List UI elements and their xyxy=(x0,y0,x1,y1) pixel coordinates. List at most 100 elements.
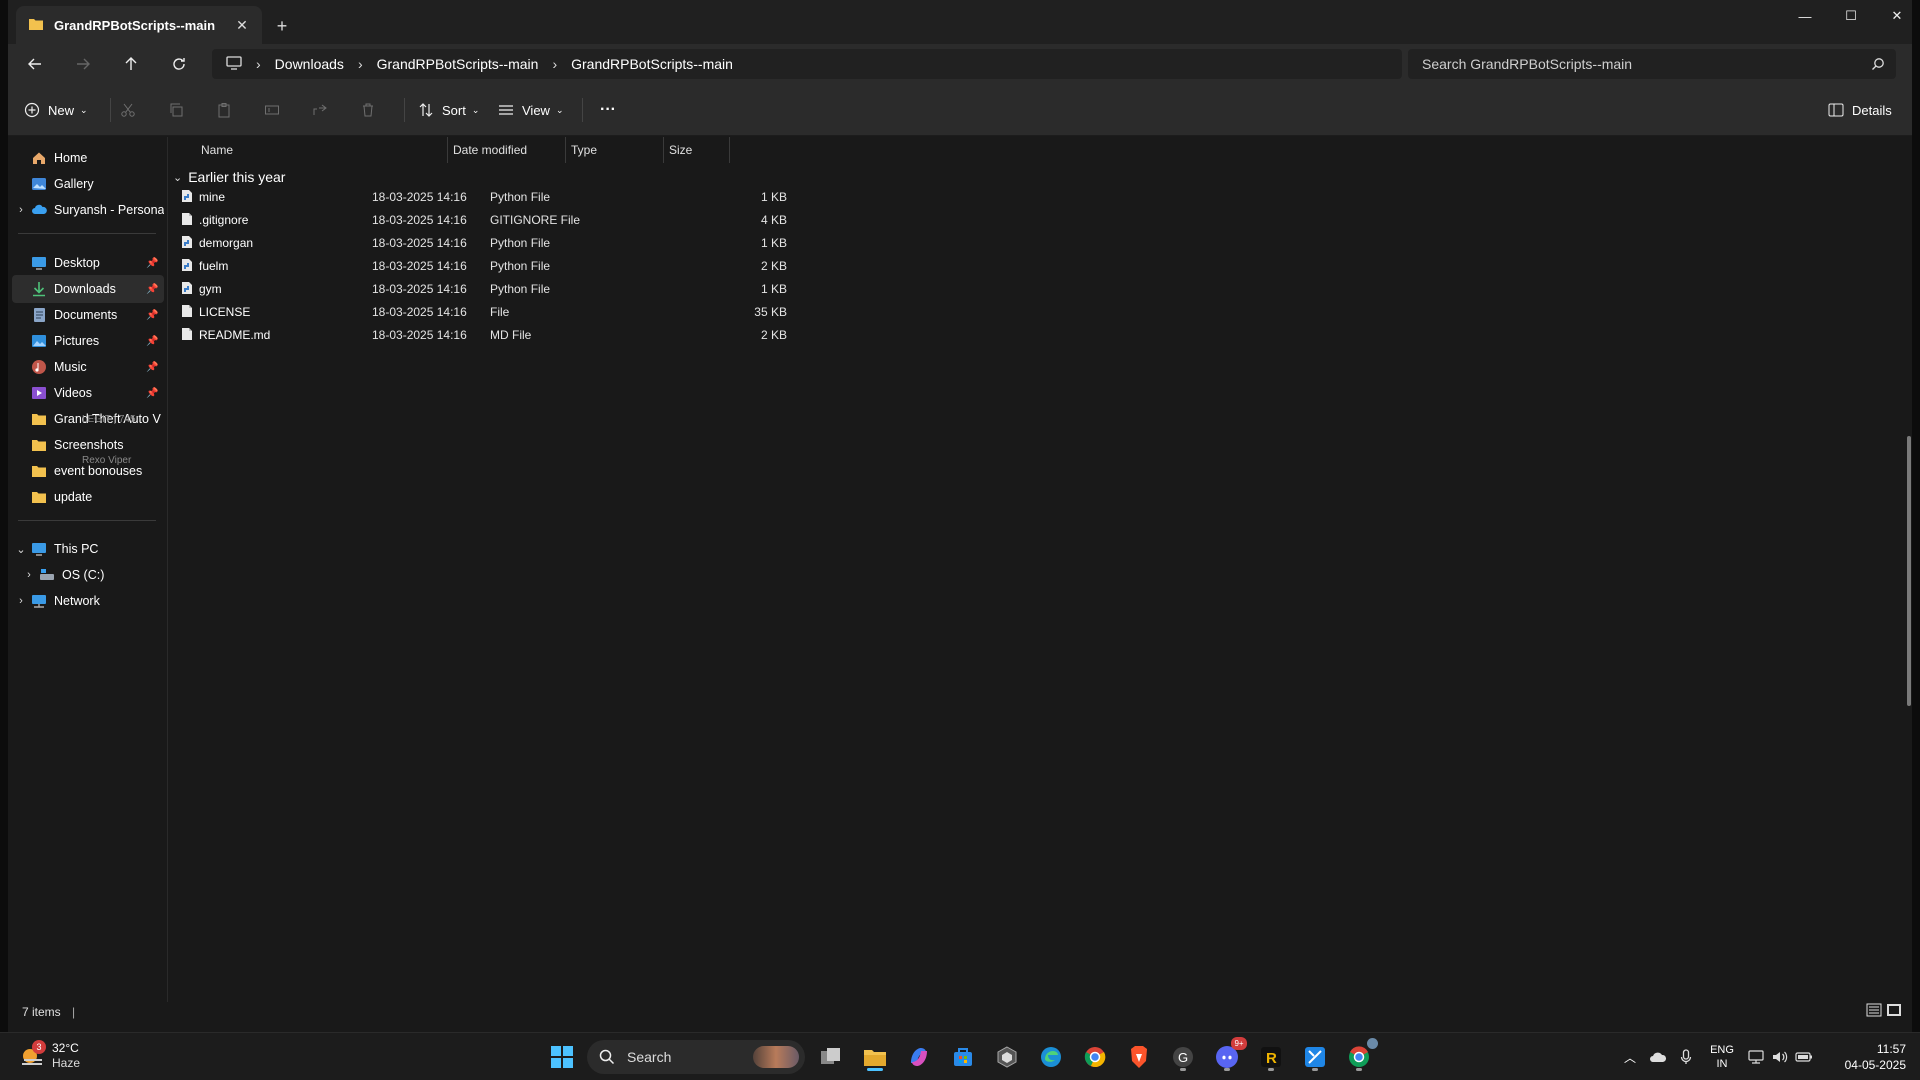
address-bar[interactable]: › Downloads › GrandRPBotScripts--main › … xyxy=(212,49,1402,79)
taskbar-chrome[interactable] xyxy=(1079,1041,1111,1073)
chevron-right-icon[interactable]: › xyxy=(12,595,30,607)
sidebar-item-network[interactable]: › Network xyxy=(12,587,164,615)
close-window-button[interactable]: ✕ xyxy=(1874,0,1920,32)
column-header-date[interactable]: Date modified xyxy=(449,137,563,163)
maximize-button[interactable]: ☐ xyxy=(1828,0,1874,32)
chevron-down-icon[interactable]: ⌄ xyxy=(173,171,182,184)
taskbar-snipping[interactable] xyxy=(1299,1041,1331,1073)
search-box[interactable]: Search GrandRPBotScripts--main xyxy=(1408,49,1896,79)
delete-button[interactable] xyxy=(360,96,376,124)
large-icons-view-icon[interactable] xyxy=(1886,1003,1902,1020)
breadcrumb-downloads[interactable]: Downloads xyxy=(275,56,344,72)
sidebar-item-home[interactable]: Home xyxy=(12,144,164,172)
rename-button[interactable] xyxy=(264,96,280,124)
item-count: 7 items xyxy=(22,1005,61,1019)
column-divider[interactable] xyxy=(663,137,664,163)
search-icon[interactable] xyxy=(1860,57,1896,71)
onedrive-icon[interactable] xyxy=(1644,1051,1672,1063)
sidebar-item-os-drive[interactable]: › OS (C:) xyxy=(12,561,164,589)
clock[interactable]: 11:57 04-05-2025 xyxy=(1822,1041,1906,1073)
back-button[interactable] xyxy=(20,50,50,78)
microphone-icon[interactable] xyxy=(1672,1049,1700,1065)
column-divider[interactable] xyxy=(729,137,730,163)
sidebar-item-downloads[interactable]: Downloads 📌 xyxy=(12,275,164,303)
chevron-right-icon[interactable]: › xyxy=(20,569,38,581)
sidebar-item-desktop[interactable]: Desktop 📌 xyxy=(12,249,164,277)
pin-icon[interactable]: 📌 xyxy=(146,258,160,269)
sidebar-item-music[interactable]: Music 📌 xyxy=(12,353,164,381)
sidebar-item-label: Network xyxy=(54,594,100,608)
view-button[interactable]: View ⌄ xyxy=(498,96,564,124)
file-row[interactable]: README.md 18-03-2025 14:16 MD File 2 KB xyxy=(173,321,793,349)
pin-icon[interactable]: 📌 xyxy=(146,336,160,347)
pin-icon[interactable]: 📌 xyxy=(146,310,160,321)
share-button[interactable] xyxy=(312,96,328,124)
taskbar-search[interactable]: Search xyxy=(587,1040,805,1074)
column-header-size[interactable]: Size xyxy=(665,137,727,163)
details-view-icon[interactable] xyxy=(1866,1003,1882,1020)
new-button[interactable]: New ⌄ xyxy=(24,96,88,124)
chevron-up-icon[interactable]: ︿ xyxy=(1616,1049,1644,1066)
pin-icon[interactable]: 📌 xyxy=(146,284,160,295)
taskbar-rockstar[interactable]: R xyxy=(1255,1041,1287,1073)
paste-button[interactable] xyxy=(216,96,232,124)
new-tab-button[interactable]: + xyxy=(270,14,294,38)
column-divider[interactable] xyxy=(565,137,566,163)
taskbar-chrome-profile[interactable] xyxy=(1343,1038,1378,1073)
new-label: New xyxy=(48,102,75,118)
taskbar-app-hex[interactable] xyxy=(991,1041,1023,1073)
sidebar-item-this-pc[interactable]: ⌄ This PC xyxy=(12,535,164,563)
scrollbar-thumb[interactable] xyxy=(1907,436,1911,706)
pin-icon[interactable]: 📌 xyxy=(146,388,160,399)
start-button[interactable] xyxy=(546,1041,578,1073)
weather-temp: 32°C xyxy=(52,1041,79,1055)
column-header-name[interactable]: Name xyxy=(197,137,423,163)
column-header-type[interactable]: Type xyxy=(567,137,661,163)
volume-icon[interactable] xyxy=(1768,1050,1792,1064)
taskbar-file-explorer[interactable] xyxy=(859,1041,891,1073)
column-divider[interactable] xyxy=(447,137,448,163)
taskbar-store[interactable] xyxy=(947,1041,979,1073)
chevron-right-icon[interactable]: › xyxy=(256,56,261,72)
more-options-button[interactable]: ··· xyxy=(600,96,616,124)
network-status-icon[interactable] xyxy=(1744,1050,1768,1064)
scrollbar[interactable] xyxy=(1904,86,1912,1026)
sidebar-item-pictures[interactable]: Pictures 📌 xyxy=(12,327,164,355)
sidebar-item-gallery[interactable]: Gallery xyxy=(12,170,164,198)
chevron-down-icon[interactable]: ⌄ xyxy=(12,543,30,556)
taskbar-discord[interactable]: 9+ xyxy=(1211,1037,1247,1073)
chevron-right-icon[interactable]: › xyxy=(12,204,30,216)
up-button[interactable] xyxy=(116,50,146,78)
battery-icon[interactable] xyxy=(1792,1052,1816,1062)
sidebar-item-onedrive[interactable]: › Suryansh - Persona xyxy=(12,196,164,224)
close-tab-icon[interactable]: ✕ xyxy=(234,17,250,33)
pin-icon[interactable]: 📌 xyxy=(146,362,160,373)
navigation-pane: Home Gallery › Suryansh - Persona Deskto… xyxy=(8,137,168,1002)
forward-button[interactable] xyxy=(68,50,98,78)
breadcrumb-parent[interactable]: GrandRPBotScripts--main xyxy=(377,56,539,72)
system-tray: ︿ ENG IN 11:57 04-05-2025 xyxy=(1616,1033,1906,1080)
explorer-tab[interactable]: GrandRPBotScripts--main ✕ xyxy=(16,6,262,44)
sidebar-item-documents[interactable]: Documents 📌 xyxy=(12,301,164,329)
refresh-button[interactable] xyxy=(164,50,194,78)
taskbar-brave[interactable] xyxy=(1123,1041,1155,1073)
taskbar-copilot[interactable] xyxy=(903,1041,935,1073)
taskbar-edge[interactable] xyxy=(1035,1041,1067,1073)
chevron-right-icon[interactable]: › xyxy=(358,56,363,72)
details-button[interactable]: Details xyxy=(1828,96,1892,124)
taskbar-app-g[interactable]: G xyxy=(1167,1041,1199,1073)
sort-button[interactable]: Sort ⌄ xyxy=(418,96,479,124)
copy-button[interactable] xyxy=(168,96,184,124)
task-view-button[interactable] xyxy=(815,1041,847,1073)
sidebar-item-update[interactable]: update xyxy=(12,483,164,511)
cut-button[interactable] xyxy=(120,96,136,124)
language-indicator[interactable]: ENG IN xyxy=(1700,1043,1744,1071)
rockstar-icon: R xyxy=(1261,1047,1281,1067)
file-size: 1 KB xyxy=(760,236,787,250)
weather-widget[interactable]: 3 32°C Haze xyxy=(18,1040,80,1071)
chevron-right-icon[interactable]: › xyxy=(552,56,557,72)
search-placeholder[interactable]: Search GrandRPBotScripts--main xyxy=(1422,56,1860,72)
sidebar-item-videos[interactable]: Videos 📌 xyxy=(12,379,164,407)
breadcrumb-current[interactable]: GrandRPBotScripts--main xyxy=(571,56,733,72)
minimize-button[interactable]: — xyxy=(1782,0,1828,32)
